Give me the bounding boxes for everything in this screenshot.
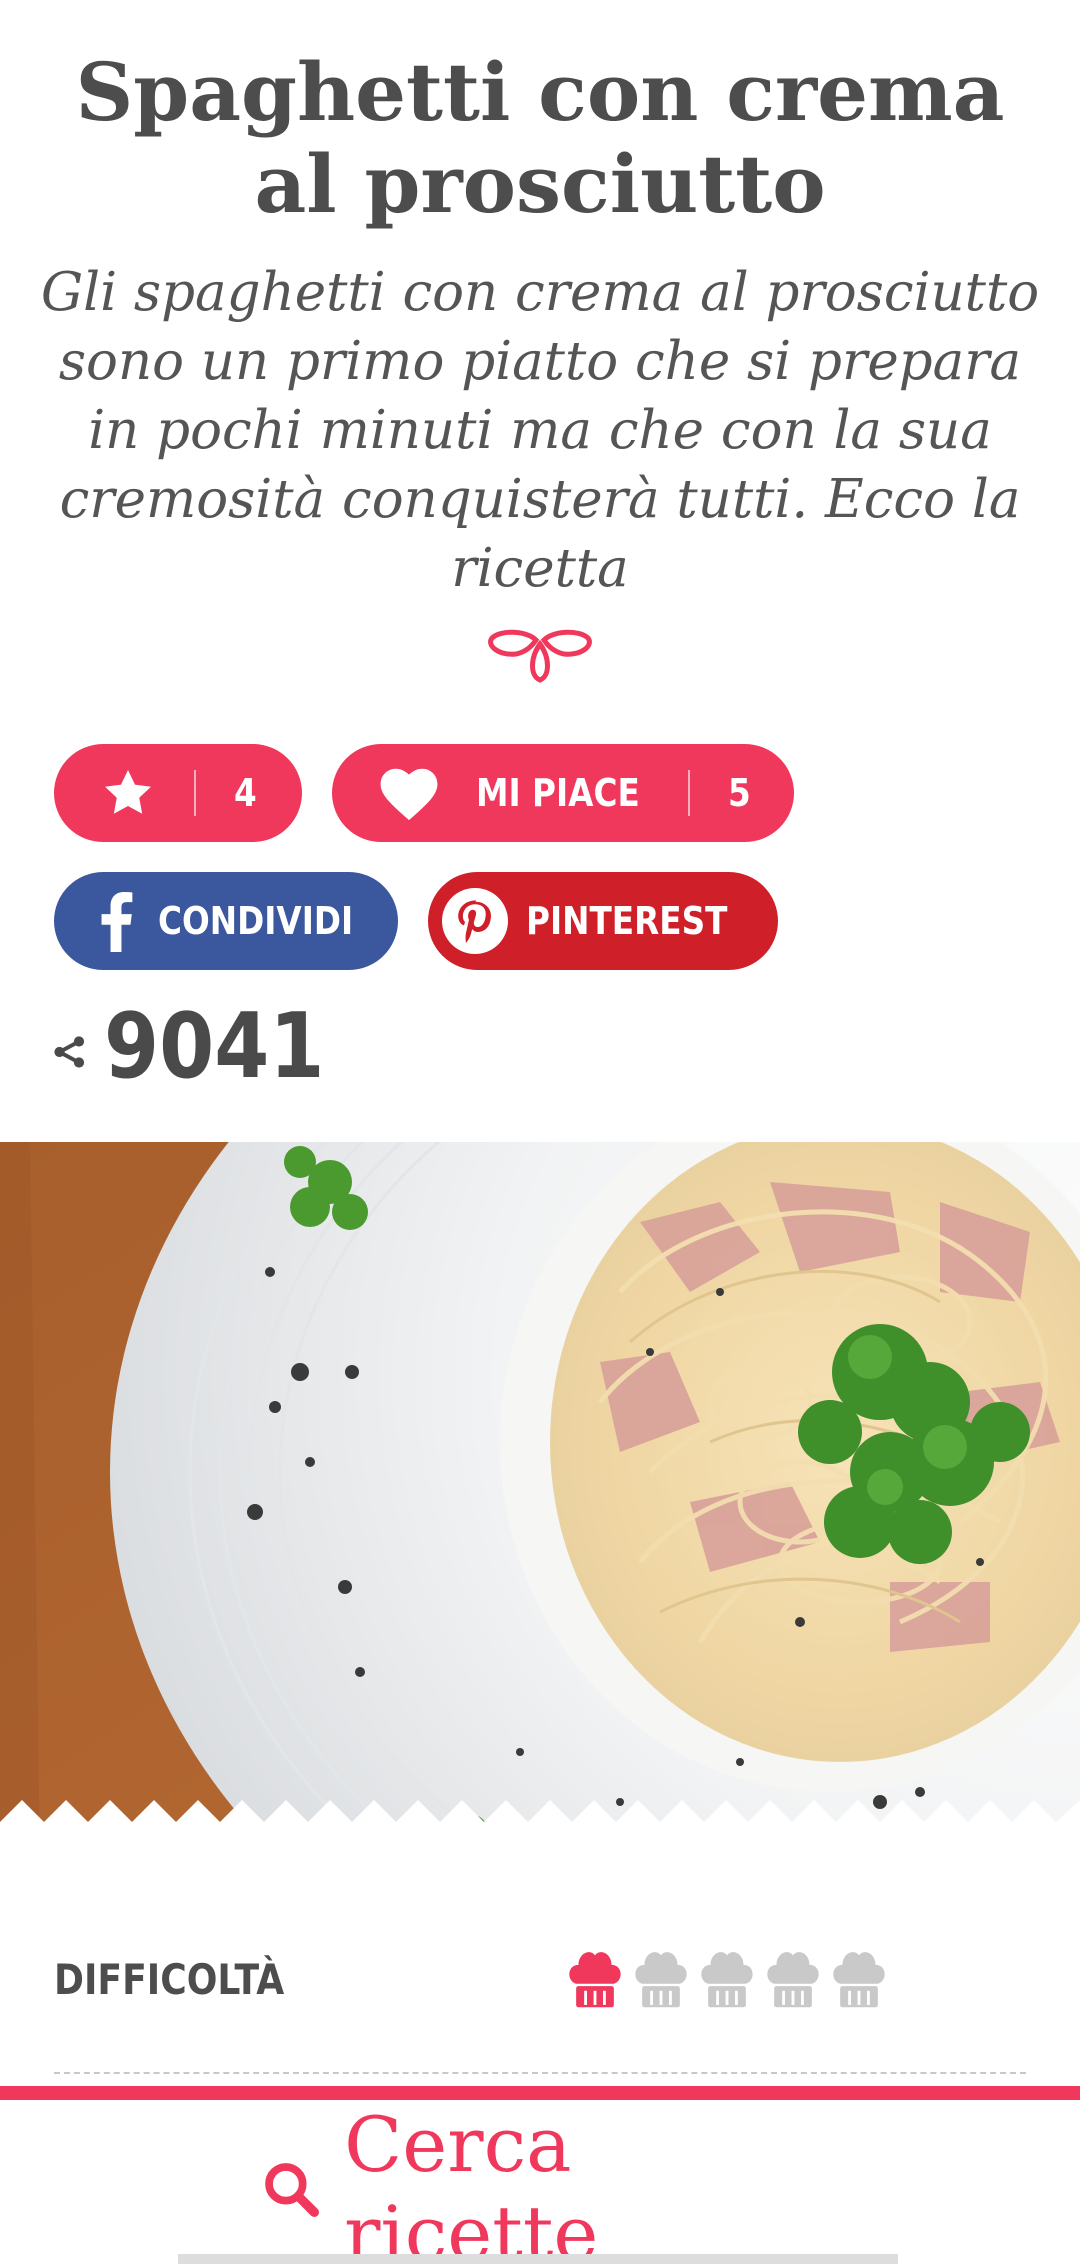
recipe-title: Spaghetti con crema al prosciutto [75,45,1005,231]
share-count: 9041 [104,994,325,1099]
chef-hat-icon [833,1952,885,2008]
facebook-icon [101,892,133,952]
bottom-tab-strip [178,2254,898,2264]
pinterest-button[interactable]: PINTEREST [428,872,778,970]
star-icon [105,770,151,814]
chef-hat-icon [701,1952,753,2008]
ornament-divider [488,629,592,683]
chef-hat-icon [569,1952,621,2008]
search-recipes-label: Cerca ricette [344,2100,599,2264]
difficulty-rating [566,1946,888,2016]
search-icon [265,2163,320,2217]
like-label: MI PIACE [476,771,640,815]
pinterest-label: PINTEREST [526,899,728,943]
rating-button[interactable]: 4 [54,744,302,842]
chef-hat-icon [767,1952,819,2008]
share-icon [54,1036,85,1068]
chef-hat-icon [635,1952,687,2008]
search-recipes-button[interactable]: Cerca ricette [260,2100,820,2264]
section-divider [54,2072,1026,2074]
like-button[interactable]: MI PIACE 5 [332,744,794,842]
difficulty-label: DIFFICOLTÀ [54,1955,285,2004]
recipe-subtitle: Gli spaghetti con crema al prosciutto so… [40,262,1040,599]
rating-value: 4 [234,771,257,815]
facebook-share-button[interactable]: CONDIVIDI [54,872,398,970]
recipe-hero-image [0,1142,1080,1862]
like-count: 5 [728,771,751,815]
pinterest-icon [442,888,508,954]
heart-icon [380,768,438,821]
facebook-share-label: CONDIVIDI [158,899,354,943]
